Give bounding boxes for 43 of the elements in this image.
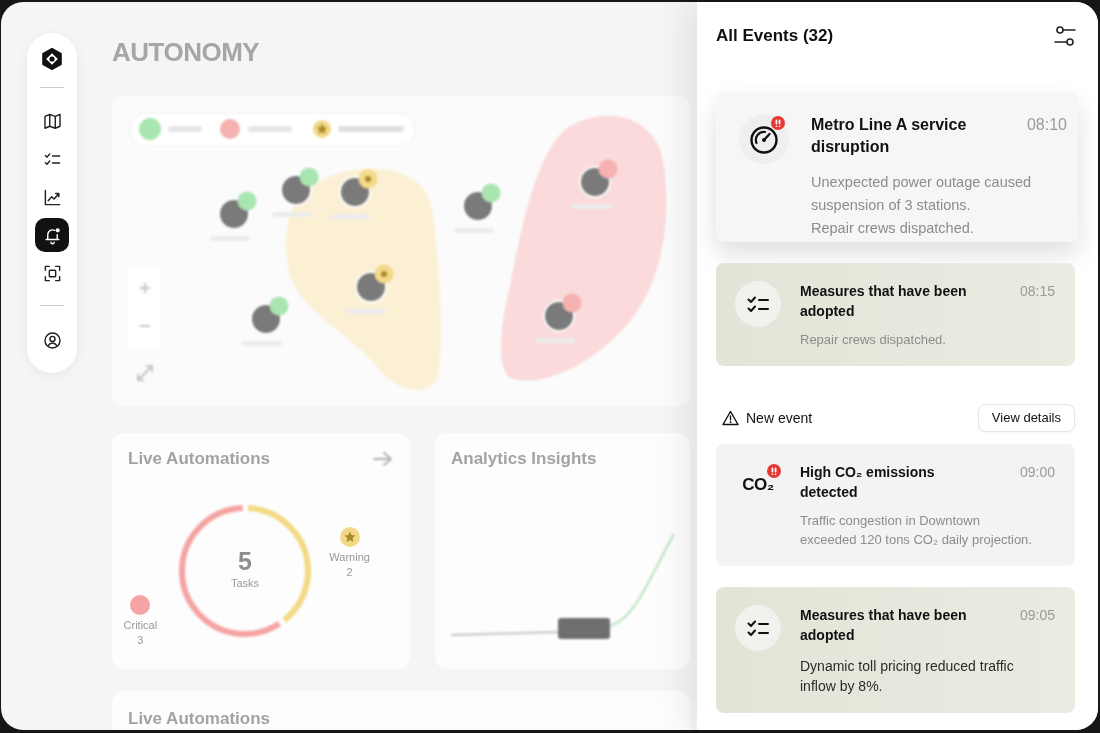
dashboard-title: AUTONOMY: [112, 36, 260, 67]
scan-icon: [42, 263, 62, 283]
legend-count: 2: [346, 566, 353, 579]
co2-symbol: CO₂: [742, 475, 774, 495]
line-chart-icon: [42, 187, 62, 207]
gauge-icon: [739, 114, 789, 164]
event-description: Unexpected power outage caused suspension of 3 stations. Repair crews dispatched.: [811, 173, 1033, 238]
total-label: Tasks: [230, 576, 260, 590]
event-description: Dynamic toll pricing reduced traffic inflow by 8%.: [800, 657, 1015, 696]
legend-count: 3: [137, 634, 144, 647]
user-icon: [42, 330, 62, 350]
event-title: Measures that have been adopted: [800, 606, 968, 645]
logo-icon: [40, 47, 64, 71]
event-card[interactable]: Measures that have been adopted 08:15 Repair crews dispatched.: [716, 263, 1075, 366]
checklist-icon: [735, 281, 781, 327]
section-label: New event: [746, 409, 813, 427]
sliders-icon: [1053, 24, 1077, 48]
view-details-button[interactable]: View details: [977, 404, 1075, 432]
panel-title: All Events (32): [716, 25, 834, 47]
event-time: 09:05: [1019, 606, 1055, 625]
checklist-icon: [735, 605, 781, 651]
event-time: 08:15: [1019, 282, 1055, 301]
card-title: Analytics Insights: [451, 448, 597, 470]
event-card[interactable]: CO₂ High CO₂ emissions detected 09:00 Traffic congestion in Downtown exceeded 120 tons CO₂ daily projection.: [716, 444, 1075, 566]
event-card[interactable]: Metro Line A service disruption 08:10 Unexpected power outage caused suspension of 3 stations. Repair crews dispatched.: [716, 92, 1078, 242]
event-description: Repair crews dispatched.: [800, 331, 947, 349]
map-icon: [42, 111, 62, 131]
event-time: 08:10: [1026, 115, 1067, 135]
total-count: 5: [238, 547, 252, 575]
warning-icon: [722, 410, 739, 426]
event-time: 09:00: [1019, 463, 1055, 482]
legend-label: Warning: [329, 551, 370, 564]
legend-label: Critical: [123, 619, 158, 632]
card-title: Live Automations: [128, 708, 270, 730]
event-description: Traffic congestion in Downtown exceeded 120 tons CO₂ daily projection.: [800, 512, 1033, 549]
bell-icon: [42, 225, 62, 245]
event-title: Measures that have been adopted: [800, 282, 968, 321]
event-title: Metro Line A service disruption: [811, 115, 968, 157]
card-title: Live Automations: [128, 448, 270, 470]
sidebar-nav-button[interactable]: [35, 218, 69, 252]
event-title: High CO₂ emissions detected: [800, 463, 936, 502]
filter-button[interactable]: [1053, 24, 1077, 48]
event-card[interactable]: Measures that have been adopted 09:05 Dynamic toll pricing reduced traffic inflow by 8%.: [716, 587, 1075, 713]
